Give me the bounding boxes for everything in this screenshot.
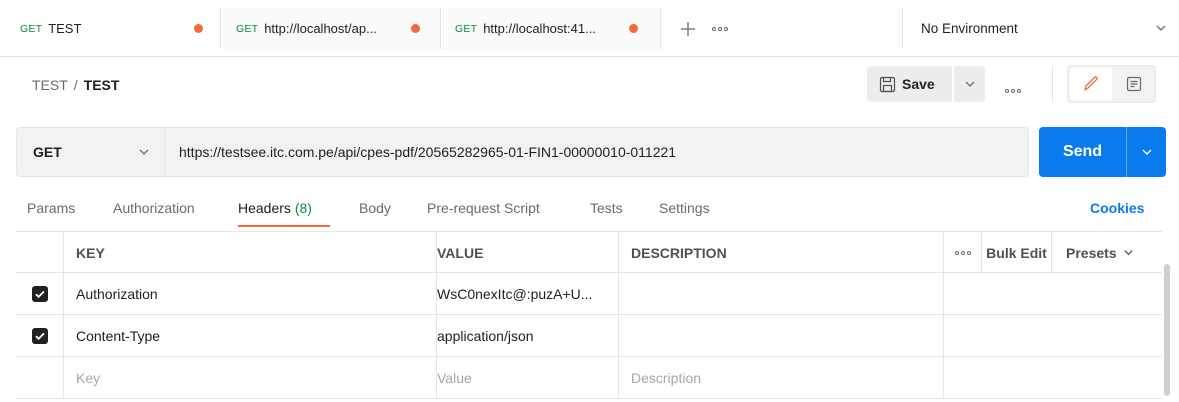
- plus-icon: [681, 21, 695, 36]
- breadcrumb-separator: /: [73, 77, 78, 93]
- column-options-button[interactable]: [944, 232, 982, 273]
- tab-authorization[interactable]: Authorization: [113, 200, 195, 216]
- document-icon: [1126, 76, 1142, 92]
- ellipsis-icon: [1005, 89, 1021, 93]
- chevron-down-icon: [139, 149, 149, 155]
- ellipsis-icon: [712, 26, 728, 31]
- tab-method: GET: [236, 22, 259, 35]
- save-options-button[interactable]: [954, 66, 985, 102]
- tab-body[interactable]: Body: [359, 200, 391, 216]
- url-bar: GET https://testsee.itc.com.pe/api/cpes-…: [16, 127, 1029, 177]
- new-description-input[interactable]: Description: [619, 357, 944, 398]
- request-tabs: Params Authorization Headers (8) Body Pr…: [0, 190, 1179, 230]
- tab-pre-request-script[interactable]: Pre-request Script: [427, 200, 540, 216]
- documentation-button[interactable]: [1114, 68, 1154, 100]
- breadcrumb-collection[interactable]: TEST: [32, 77, 68, 93]
- view-mode-toggle: [1067, 65, 1156, 103]
- tab-method: GET: [20, 22, 43, 35]
- new-value-input[interactable]: Value: [437, 357, 619, 398]
- tab-actions: [662, 8, 728, 49]
- breadcrumb-request[interactable]: TEST: [84, 77, 120, 93]
- column-key: KEY: [64, 232, 437, 273]
- tab-bar: GET TEST GET http://localhost/ap... GET …: [0, 0, 1179, 57]
- header-value-cell[interactable]: WsC0nexItc@:puzA+U...: [437, 273, 619, 314]
- table-row: Content-Type application/json: [16, 315, 1162, 357]
- save-label: Save: [902, 76, 935, 92]
- save-icon: [879, 76, 896, 92]
- tab-name: http://localhost/ap...: [264, 21, 377, 36]
- request-tab-localhost-41[interactable]: GET http://localhost:41...: [442, 8, 661, 49]
- new-tab-button[interactable]: [676, 17, 700, 41]
- scrollbar[interactable]: [1164, 264, 1170, 396]
- tab-params[interactable]: Params: [27, 200, 75, 216]
- header-key-cell[interactable]: Content-Type: [64, 315, 437, 356]
- header-check-cell: [16, 232, 64, 273]
- method-label: GET: [33, 144, 62, 160]
- unsaved-dot-icon: [411, 24, 420, 33]
- request-tab-test[interactable]: GET TEST: [8, 8, 221, 49]
- breadcrumb: TEST / TEST: [32, 77, 119, 93]
- column-value: VALUE: [437, 232, 619, 273]
- url-input[interactable]: https://testsee.itc.com.pe/api/cpes-pdf/…: [179, 128, 676, 176]
- tab-tests[interactable]: Tests: [590, 200, 623, 216]
- method-select[interactable]: GET: [17, 128, 165, 176]
- chevron-down-icon: [1123, 250, 1133, 256]
- send-group: Send: [1039, 127, 1166, 177]
- request-tab-localhost-ap[interactable]: GET http://localhost/ap...: [222, 8, 441, 49]
- column-value-label: VALUE: [437, 244, 484, 261]
- ellipsis-icon: [954, 250, 971, 255]
- presets-button[interactable]: Presets: [1052, 232, 1162, 273]
- row-check-cell: [16, 315, 64, 356]
- table-row-new: Key Value Description: [16, 357, 1162, 399]
- cookies-link[interactable]: Cookies: [1090, 200, 1144, 216]
- tab-headers-label: Headers: [238, 200, 291, 216]
- header-description-cell[interactable]: [619, 315, 944, 356]
- checkbox-icon[interactable]: [31, 285, 48, 302]
- presets-label: Presets: [1066, 244, 1117, 261]
- tab-name: http://localhost:41...: [483, 21, 596, 36]
- header-description-cell[interactable]: [619, 273, 944, 314]
- new-key-input[interactable]: Key: [64, 357, 437, 398]
- environment-selector[interactable]: No Environment: [902, 8, 1179, 49]
- unsaved-dot-icon: [194, 24, 203, 33]
- active-tab-indicator: [238, 225, 330, 227]
- save-group: Save: [867, 66, 985, 102]
- table-row: Authorization WsC0nexItc@:puzA+U...: [16, 273, 1162, 315]
- tab-headers-count: (8): [294, 200, 312, 216]
- header-key-cell[interactable]: Authorization: [64, 273, 437, 314]
- chevron-down-icon: [1142, 149, 1151, 155]
- row-check-cell: [16, 357, 64, 398]
- column-description: DESCRIPTION: [619, 232, 944, 273]
- chevron-down-icon: [1156, 25, 1166, 31]
- bulk-edit-button[interactable]: Bulk Edit: [982, 232, 1052, 273]
- tab-settings[interactable]: Settings: [659, 200, 710, 216]
- divider: [1052, 66, 1053, 102]
- unsaved-dot-icon: [629, 24, 638, 33]
- environment-label: No Environment: [921, 21, 1018, 36]
- tab-headers[interactable]: Headers (8): [238, 200, 312, 216]
- tab-method: GET: [455, 22, 478, 35]
- pencil-icon: [1084, 76, 1098, 91]
- tab-name: TEST: [48, 21, 82, 36]
- chevron-down-icon: [965, 81, 974, 87]
- tab-options-button[interactable]: [712, 26, 728, 31]
- send-options-button[interactable]: [1127, 127, 1166, 177]
- table-header-row: KEY VALUE DESCRIPTION Bulk Edit Presets: [16, 231, 1162, 273]
- request-options-button[interactable]: [1005, 80, 1021, 96]
- edit-mode-button[interactable]: [1070, 68, 1112, 100]
- header-value-cell[interactable]: application/json: [437, 315, 619, 356]
- checkbox-icon[interactable]: [31, 327, 48, 344]
- save-button[interactable]: Save: [867, 66, 952, 102]
- row-check-cell: [16, 273, 64, 314]
- send-button[interactable]: Send: [1039, 127, 1126, 177]
